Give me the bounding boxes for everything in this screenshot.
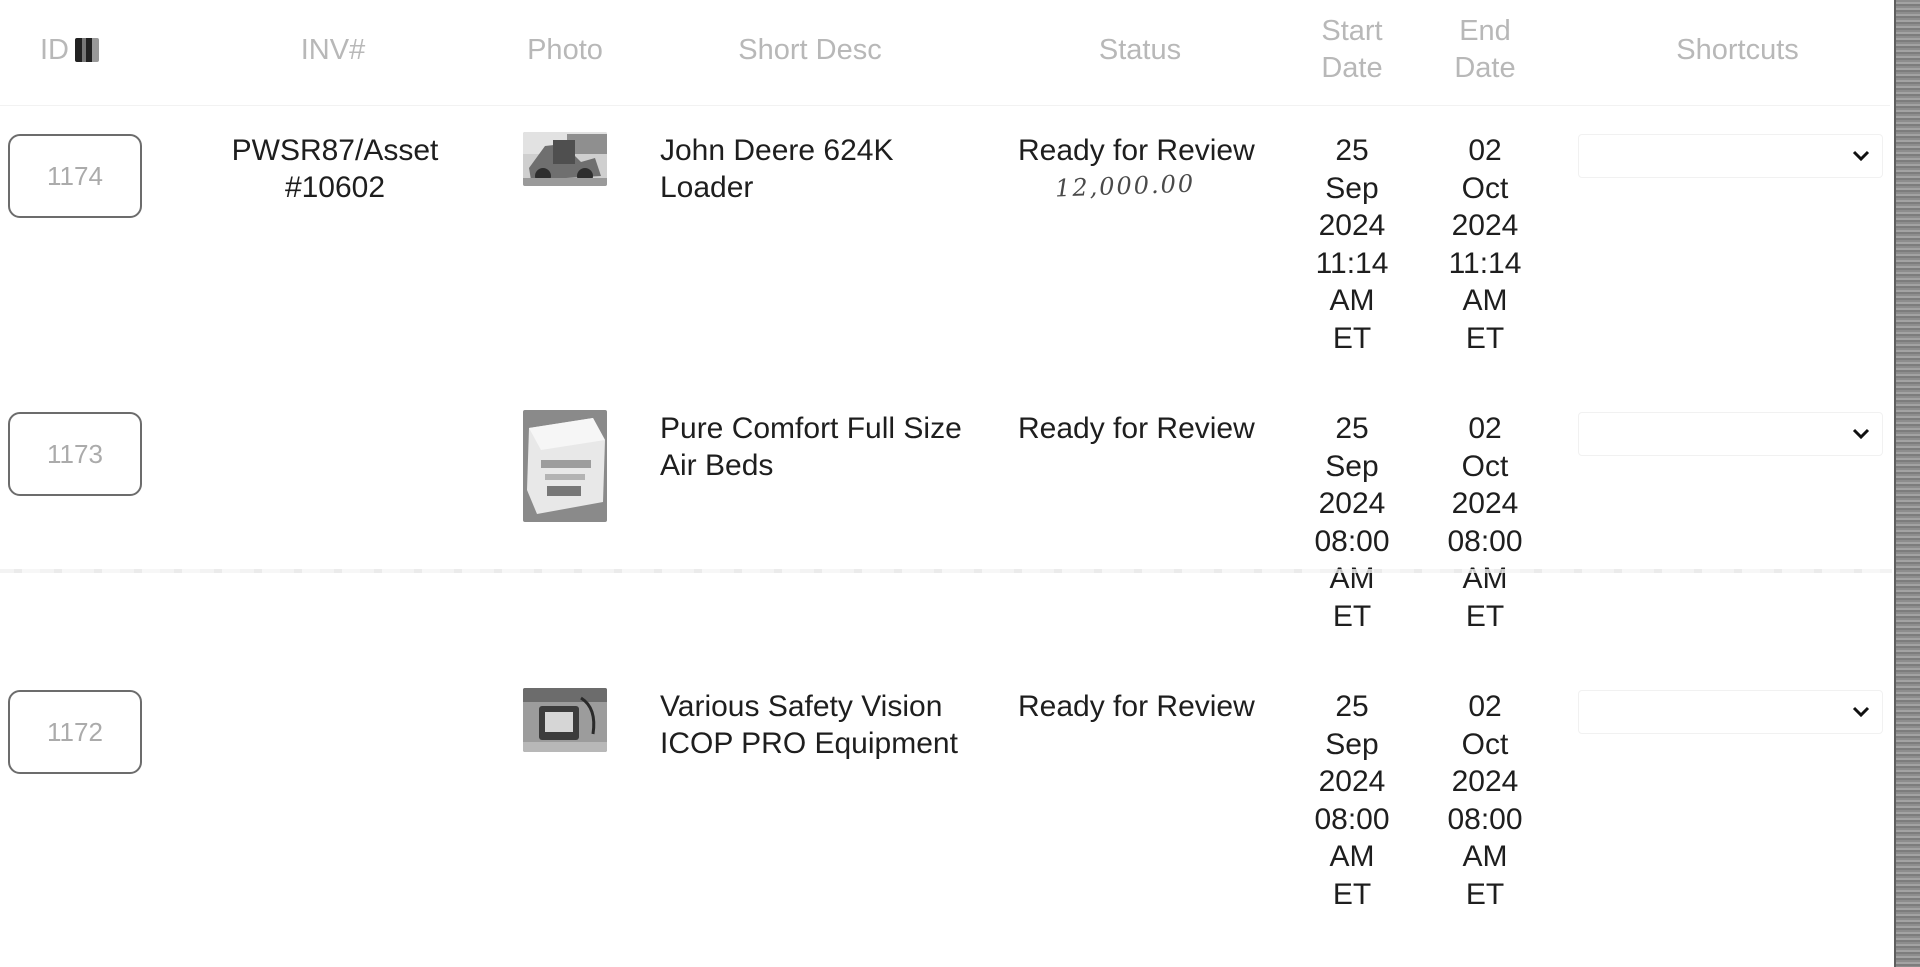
column-header-status[interactable]: Status bbox=[1030, 0, 1250, 100]
date-part: 08:00 bbox=[1314, 802, 1390, 836]
date-part: 25 bbox=[1335, 412, 1369, 445]
date-part: ET bbox=[1332, 877, 1372, 911]
table-row: 1173 Pure Comfort Full Size Air Beds Rea… bbox=[0, 384, 1890, 662]
column-header-label: Shortcuts bbox=[1676, 33, 1799, 66]
column-header-end-date[interactable]: End Date bbox=[1435, 0, 1535, 100]
column-header-label: End Date bbox=[1454, 15, 1516, 84]
column-header-label: Photo bbox=[527, 33, 603, 66]
date-part: 02 bbox=[1468, 690, 1502, 723]
id-button[interactable]: 1174 bbox=[8, 134, 142, 218]
date-part: 2024 bbox=[1451, 765, 1519, 798]
vertical-scrollbar[interactable] bbox=[1894, 0, 1920, 967]
date-part: ET bbox=[1465, 321, 1505, 355]
date-part: 11:14 bbox=[1315, 246, 1389, 280]
column-header-start-date[interactable]: Start Date bbox=[1302, 0, 1402, 100]
listing-table-page: ID INV# Photo Short Desc Status Start Da… bbox=[0, 0, 1920, 967]
safety-vision-equipment-image bbox=[523, 688, 607, 752]
photo-thumbnail[interactable] bbox=[523, 410, 607, 522]
column-header-label: Status bbox=[1098, 33, 1182, 66]
date-part: 08:00 bbox=[1447, 524, 1523, 558]
column-header-label: Short Desc bbox=[738, 33, 882, 66]
date-part: Oct bbox=[1461, 171, 1509, 205]
end-date: 02 Oct 2024 08:00 AM ET bbox=[1435, 688, 1535, 913]
chevron-down-icon[interactable] bbox=[1850, 701, 1872, 723]
status-text: Ready for Review bbox=[1018, 690, 1255, 723]
date-part: 2024 bbox=[1318, 765, 1386, 798]
photo-thumbnail[interactable] bbox=[523, 132, 607, 186]
column-header-id[interactable]: ID bbox=[40, 0, 120, 100]
date-part: Sep bbox=[1325, 171, 1379, 205]
id-button[interactable]: 1173 bbox=[8, 412, 142, 496]
column-header-label: ID bbox=[40, 33, 69, 66]
date-part: Oct bbox=[1461, 449, 1509, 483]
date-part: AM bbox=[1462, 284, 1508, 317]
date-part: AM bbox=[1329, 284, 1375, 317]
date-part: 25 bbox=[1335, 690, 1369, 723]
date-part: 02 bbox=[1468, 412, 1502, 445]
table-row: 1172 Various Safety Vision ICOP PRO Equi… bbox=[0, 662, 1890, 940]
column-header-label: INV# bbox=[300, 33, 366, 66]
short-desc: John Deere 624K Loader bbox=[660, 134, 894, 204]
start-date: 25 Sep 2024 11:14 AM ET bbox=[1302, 132, 1402, 357]
date-part: 2024 bbox=[1451, 209, 1519, 242]
table-row: 1174 PWSR87/Asset #10602 John Deere 624K… bbox=[0, 106, 1890, 384]
column-header-label: Start Date bbox=[1321, 15, 1383, 84]
air-bed-box-image bbox=[523, 410, 607, 522]
shortcuts-select[interactable] bbox=[1578, 690, 1883, 734]
sort-icon[interactable] bbox=[75, 38, 99, 62]
column-header-inv[interactable]: INV# bbox=[233, 0, 433, 100]
shortcuts-select[interactable] bbox=[1578, 412, 1883, 456]
chevron-down-icon[interactable] bbox=[1850, 145, 1872, 167]
short-desc: Pure Comfort Full Size Air Beds bbox=[660, 412, 962, 482]
date-part: Sep bbox=[1325, 449, 1379, 483]
date-part: ET bbox=[1465, 877, 1505, 911]
column-header-shortcuts: Shortcuts bbox=[1600, 0, 1875, 100]
date-part: AM bbox=[1329, 562, 1375, 595]
date-part: 2024 bbox=[1451, 487, 1519, 520]
date-part: 08:00 bbox=[1447, 802, 1523, 836]
date-part: 25 bbox=[1335, 134, 1369, 167]
date-part: AM bbox=[1329, 840, 1375, 873]
scan-artifact-line bbox=[0, 569, 1892, 573]
date-part: ET bbox=[1465, 599, 1505, 633]
date-part: 02 bbox=[1468, 134, 1502, 167]
start-date: 25 Sep 2024 08:00 AM ET bbox=[1302, 688, 1402, 913]
chevron-down-icon[interactable] bbox=[1850, 423, 1872, 445]
end-date: 02 Oct 2024 08:00 AM ET bbox=[1435, 410, 1535, 635]
start-date: 25 Sep 2024 08:00 AM ET bbox=[1302, 410, 1402, 635]
date-part: Oct bbox=[1461, 727, 1509, 761]
photo-thumbnail[interactable] bbox=[523, 688, 607, 752]
end-date: 02 Oct 2024 11:14 AM ET bbox=[1435, 132, 1535, 357]
status-text: Ready for Review bbox=[1018, 412, 1255, 445]
date-part: AM bbox=[1462, 840, 1508, 873]
date-part: 2024 bbox=[1318, 487, 1386, 520]
date-part: Sep bbox=[1325, 727, 1379, 761]
date-part: 08:00 bbox=[1314, 524, 1390, 558]
short-desc: Various Safety Vision ICOP PRO Equipment bbox=[660, 690, 958, 760]
handwritten-note: 12,000.00 bbox=[1054, 169, 1196, 203]
shortcuts-select[interactable] bbox=[1578, 134, 1883, 178]
id-button[interactable]: 1172 bbox=[8, 690, 142, 774]
inv-number: PWSR87/Asset #10602 bbox=[231, 134, 439, 204]
table-header: ID INV# Photo Short Desc Status Start Da… bbox=[0, 0, 1890, 106]
loader-photo-image bbox=[523, 132, 607, 186]
date-part: 2024 bbox=[1318, 209, 1386, 242]
column-header-photo[interactable]: Photo bbox=[505, 0, 625, 100]
date-part: ET bbox=[1332, 599, 1372, 633]
date-part: ET bbox=[1332, 321, 1372, 355]
status-text: Ready for Review bbox=[1018, 134, 1255, 167]
date-part: 11:14 bbox=[1448, 246, 1522, 280]
column-header-short-desc[interactable]: Short Desc bbox=[690, 0, 930, 100]
date-part: AM bbox=[1462, 562, 1508, 595]
